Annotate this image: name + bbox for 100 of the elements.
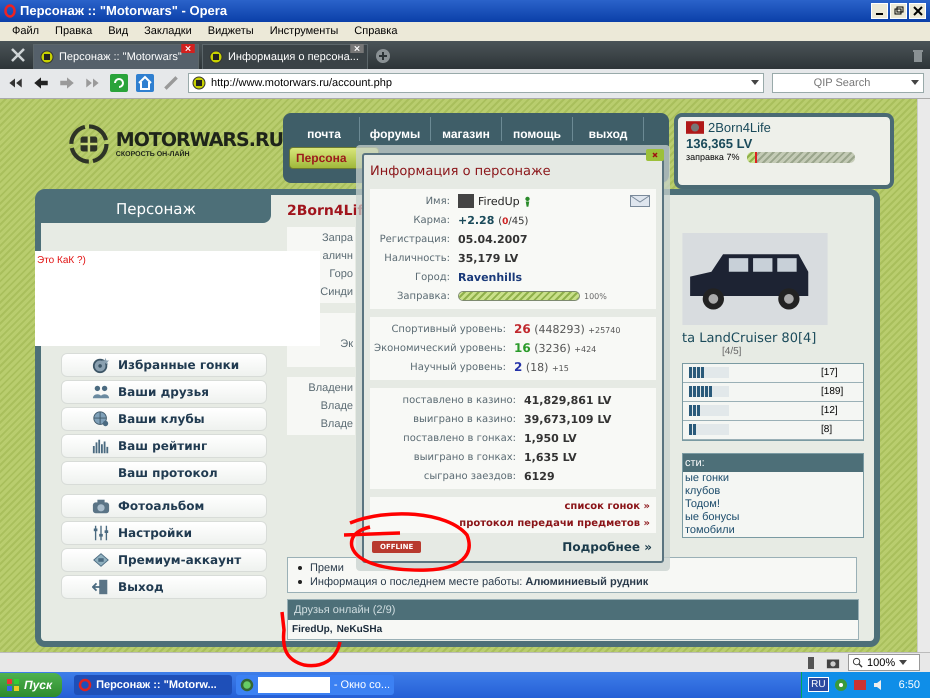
- sidebar-item[interactable]: Выход: [61, 574, 267, 599]
- sidebar-item[interactable]: Избранные гонки: [61, 352, 267, 377]
- sliders-icon: [92, 524, 110, 542]
- sidebar-header: Персонаж: [41, 194, 271, 223]
- menu-item[interactable]: Правка: [47, 25, 100, 38]
- stat-value: 6129: [524, 470, 555, 483]
- scrollbar[interactable]: [917, 98, 930, 652]
- nav-link[interactable]: почта: [289, 116, 360, 141]
- more-link[interactable]: Подробнее »: [562, 540, 652, 554]
- magnifier-icon: [852, 657, 863, 668]
- people-icon: [92, 382, 110, 401]
- stat-value: [8]: [821, 424, 834, 436]
- minimize-button[interactable]: [871, 2, 888, 19]
- feature-link[interactable]: томобили: [683, 524, 863, 537]
- stat-value: 39,673,109 LV: [524, 412, 612, 426]
- window-title: Персонаж :: "Motorwars" - Opera: [20, 3, 228, 18]
- popup-link[interactable]: протокол передачи предметов »: [459, 518, 650, 529]
- friend-link[interactable]: NeKuSHa: [336, 624, 382, 635]
- field-label: Владе: [320, 398, 353, 414]
- tools-icon: [10, 46, 26, 63]
- close-icon[interactable]: [181, 44, 195, 53]
- mail-icon[interactable]: [630, 195, 650, 208]
- dropdown-caret-icon[interactable]: [911, 80, 919, 86]
- site-icon: [40, 50, 54, 64]
- language-indicator[interactable]: RU: [808, 677, 829, 692]
- sidebar-item[interactable]: Настройки: [61, 520, 267, 545]
- menu-item[interactable]: Справка: [346, 25, 406, 38]
- note-text: Преми: [310, 560, 344, 575]
- friend-link[interactable]: FiredUp,: [292, 624, 333, 635]
- globe-icon: [92, 410, 110, 428]
- emblem-icon: [686, 120, 704, 134]
- sidebar-item[interactable]: Премиум-аккаунт: [61, 548, 267, 572]
- sidebar-item[interactable]: Ваши друзья: [61, 380, 267, 404]
- info-label: Карма:: [412, 214, 451, 226]
- new-tab-icon[interactable]: [375, 48, 391, 64]
- app-icon: [78, 678, 92, 692]
- menu-item[interactable]: Файл: [4, 25, 48, 38]
- field-label: Запра: [322, 230, 353, 246]
- feature-link[interactable]: Тодом!: [683, 498, 863, 511]
- card-icon: [92, 550, 110, 569]
- sidebar-item[interactable]: Ваши клубы: [61, 406, 267, 431]
- sidebar-item[interactable]: Ваш рейтинг: [61, 434, 267, 458]
- feature-link[interactable]: клубов: [683, 484, 863, 498]
- search-field[interactable]: QIP Search: [772, 73, 924, 94]
- menu-item[interactable]: Вид: [100, 25, 136, 38]
- dropdown-caret-icon[interactable]: [751, 80, 759, 86]
- browser-tab[interactable]: Информация о персона...: [202, 44, 368, 69]
- close-icon[interactable]: [646, 148, 664, 161]
- person-icon: [524, 196, 531, 207]
- bar-chart-icon: [92, 436, 110, 455]
- city-link[interactable]: Ravenhills: [458, 270, 522, 284]
- nav-link[interactable]: выход: [573, 116, 644, 141]
- popup-link[interactable]: список гонок »: [564, 500, 650, 512]
- wheel-icon: [92, 356, 110, 374]
- stat-label: поставлено в гонках:: [402, 432, 517, 444]
- field-label: Горо: [329, 266, 353, 282]
- close-button[interactable]: [909, 2, 926, 19]
- minimize-icon: [876, 12, 883, 15]
- address-field[interactable]: http://www.motorwars.ru/account.php: [188, 73, 764, 94]
- menu-item[interactable]: Закладки: [136, 25, 200, 38]
- bullet-icon: [298, 580, 302, 584]
- feature-link[interactable]: ые бонусы: [683, 510, 863, 524]
- clock: 6:50: [898, 678, 920, 691]
- close-icon[interactable]: [350, 44, 364, 53]
- avatar-placeholder: [458, 194, 474, 208]
- bullet-icon: [298, 566, 302, 570]
- stat-label: сыграно заездов:: [422, 470, 517, 482]
- menu-item[interactable]: Виджеты: [200, 25, 262, 38]
- trash-icon[interactable]: [912, 48, 924, 63]
- level-label: Спортивный уровень:: [390, 324, 507, 335]
- sidebar-item[interactable]: Фотоальбом: [61, 494, 267, 518]
- stat-label: выиграно в казино:: [412, 414, 517, 425]
- zoom-field[interactable]: 100%: [848, 654, 920, 671]
- bar-meter: [689, 386, 729, 398]
- pencil-icon[interactable]: [162, 74, 180, 92]
- info-value: 35,179 LV: [458, 252, 518, 265]
- nav-link[interactable]: помощь: [502, 116, 573, 141]
- restore-icon: [894, 6, 904, 16]
- flower-icon[interactable]: [834, 678, 848, 692]
- menu-item[interactable]: Инструменты: [262, 25, 346, 38]
- site-icon: [209, 50, 223, 64]
- taskbar-button[interactable]: - Окно со...: [236, 674, 394, 695]
- nav-link[interactable]: магазин: [431, 116, 502, 141]
- bar-meter: [689, 367, 729, 378]
- browser-tab[interactable]: Персонаж :: "Motorwars": [33, 44, 199, 69]
- home-icon[interactable]: [136, 74, 154, 92]
- info-label: Имя:: [424, 196, 451, 207]
- reload-icon[interactable]: [110, 74, 128, 92]
- dropdown-caret-icon: [899, 660, 908, 666]
- field-label: Синди: [320, 284, 353, 300]
- close-icon: [912, 6, 922, 16]
- sidebar-item[interactable]: Ваш протокол: [61, 460, 267, 485]
- maximize-button[interactable]: [890, 2, 907, 19]
- feature-link[interactable]: ые гонки: [683, 472, 863, 485]
- player-name: FiredUp: [478, 194, 520, 208]
- taskbar-button[interactable]: Персонаж :: "Motorw...: [74, 674, 232, 695]
- car-name: ta LandCruiser 80[4]: [682, 330, 816, 346]
- nav-link[interactable]: форумы: [360, 116, 431, 141]
- user-name[interactable]: 2Born4Life: [708, 120, 771, 135]
- features-header: сти:: [683, 454, 863, 472]
